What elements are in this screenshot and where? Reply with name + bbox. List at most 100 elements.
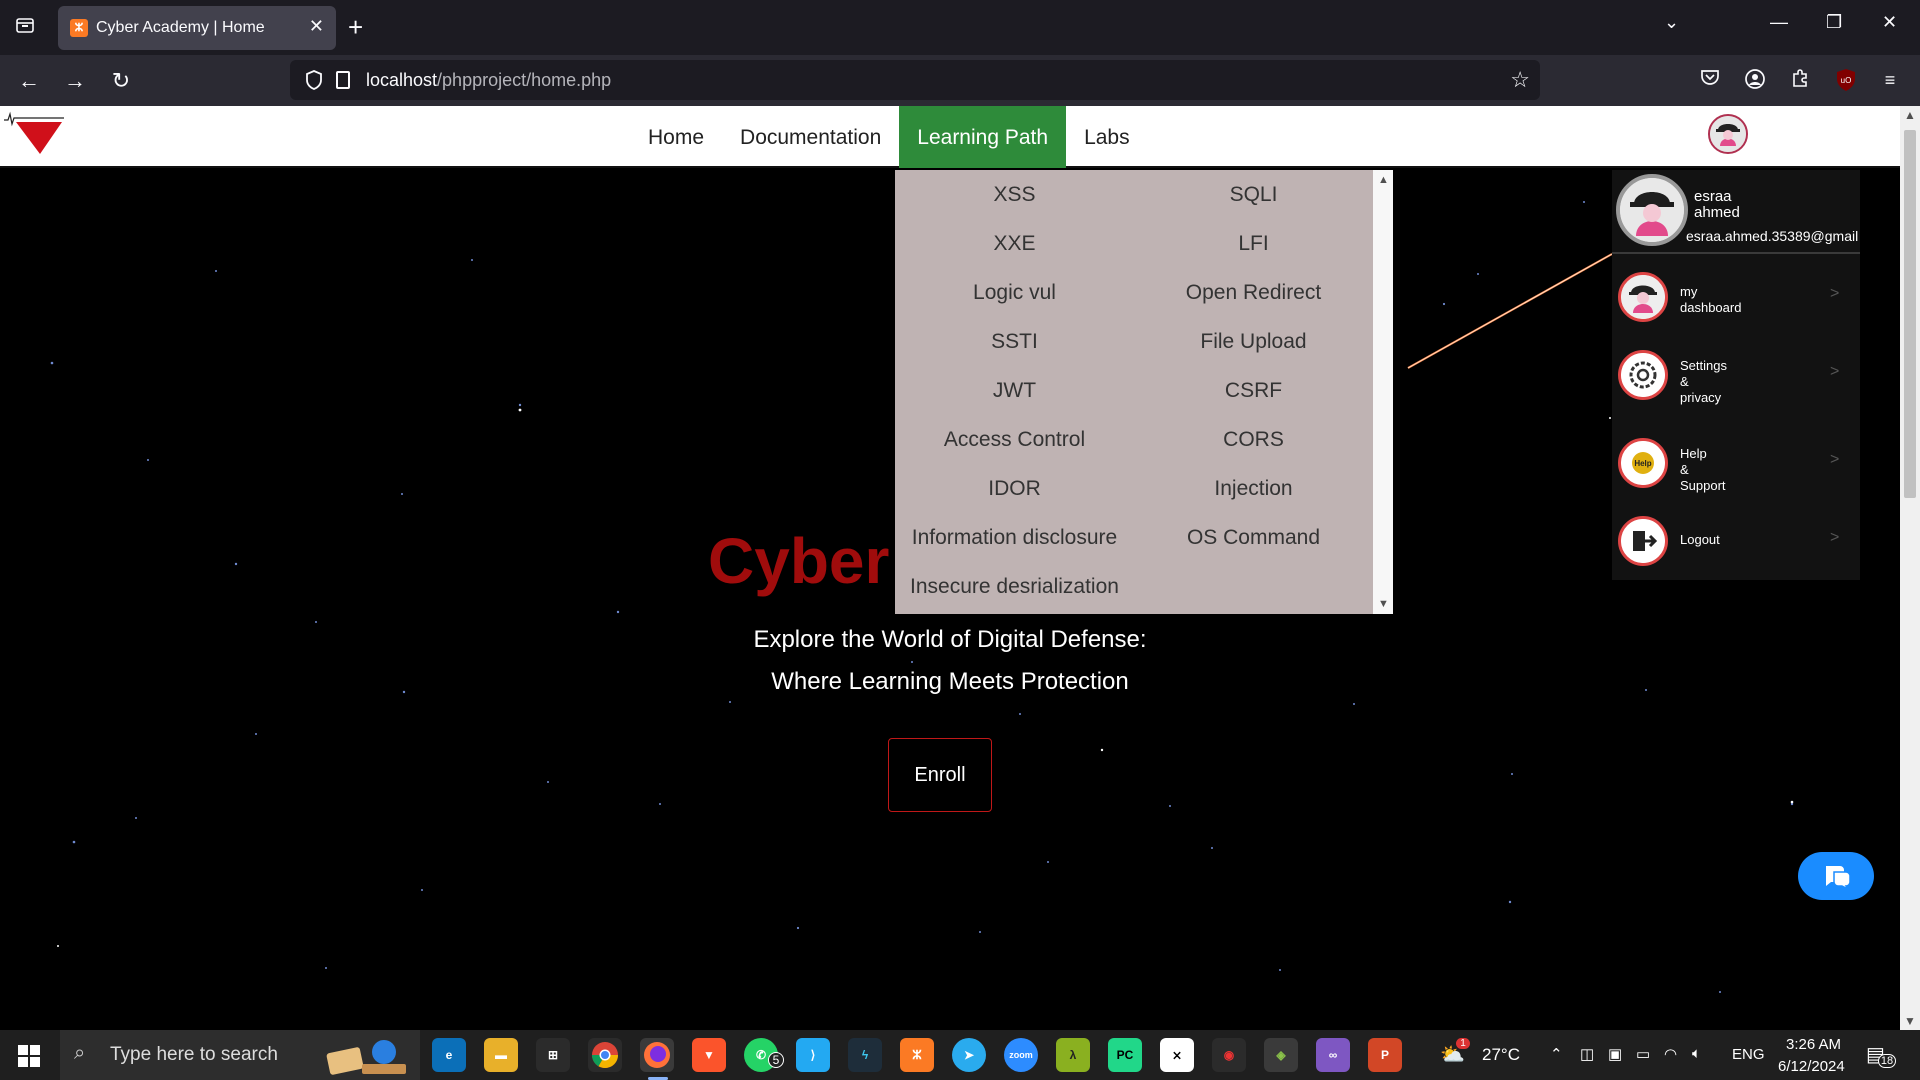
- account-icon[interactable]: [1743, 68, 1767, 92]
- profile-item-help[interactable]: Help Help & Support >: [1612, 426, 1860, 496]
- profile-item-label: Logout: [1680, 532, 1720, 547]
- sublime-merge-icon[interactable]: ϟ: [848, 1038, 882, 1072]
- weather-temperature[interactable]: 27°C: [1482, 1045, 1520, 1065]
- windows-taskbar: ⌕ Type here to search e ▬ ⊞ ▼ ✆ 5 ⟩ ϟ ⵣ …: [0, 1030, 1920, 1080]
- hero-tagline-2: Where Learning Meets Protection: [771, 668, 1129, 695]
- label-line: &: [1680, 462, 1689, 477]
- lp-item-os-command[interactable]: OS Command: [1134, 513, 1373, 562]
- capcut-icon[interactable]: ⨯: [1160, 1038, 1194, 1072]
- dropdown-scroll-up-icon[interactable]: ▲: [1378, 174, 1389, 186]
- lp-item-xxe[interactable]: XXE: [895, 219, 1134, 268]
- battery-icon[interactable]: ▭: [1636, 1045, 1650, 1063]
- scroll-up-icon[interactable]: ▲: [1904, 108, 1916, 122]
- back-arrow-icon[interactable]: ←: [14, 66, 44, 96]
- tab-close-icon[interactable]: ✕: [309, 16, 324, 37]
- app-icon-misc[interactable]: ◈: [1264, 1038, 1298, 1072]
- lp-item-insecure-deserialization[interactable]: Insecure desrialization: [895, 562, 1134, 611]
- minimize-button[interactable]: —: [1770, 12, 1788, 33]
- brave-icon[interactable]: ▼: [692, 1038, 726, 1072]
- browser-tab-active[interactable]: ⵣ Cyber Academy | Home ✕: [58, 6, 336, 50]
- lambda-app-icon[interactable]: λ: [1056, 1038, 1090, 1072]
- restore-button[interactable]: ❐: [1826, 12, 1842, 33]
- profile-item-label: my dashboard: [1680, 284, 1741, 316]
- visual-studio-icon[interactable]: ∞: [1316, 1038, 1350, 1072]
- lp-item-logic-vul[interactable]: Logic vul: [895, 268, 1134, 317]
- taskbar-search[interactable]: ⌕ Type here to search: [60, 1030, 420, 1080]
- lp-item-ssti[interactable]: SSTI: [895, 317, 1134, 366]
- extensions-puzzle-icon[interactable]: [1788, 68, 1812, 92]
- url-text[interactable]: localhost/phpproject/home.php: [366, 70, 611, 91]
- lp-item-csrf[interactable]: CSRF: [1134, 366, 1373, 415]
- profile-item-dashboard[interactable]: my dashboard >: [1612, 260, 1860, 330]
- menu-labs[interactable]: Labs: [1066, 106, 1148, 168]
- menu-documentation[interactable]: Documentation: [722, 106, 899, 168]
- volume-icon[interactable]: 🔈︎: [1692, 1045, 1701, 1062]
- tray-overflow-chevron-icon[interactable]: ⌃: [1550, 1045, 1563, 1063]
- site-logo[interactable]: [4, 110, 64, 165]
- lp-item-file-upload[interactable]: File Upload: [1134, 317, 1373, 366]
- chevron-right-icon: >: [1830, 451, 1840, 468]
- label-line: privacy: [1680, 390, 1722, 405]
- display-icon[interactable]: ▣: [1608, 1045, 1622, 1063]
- microsoft-store-icon[interactable]: ⊞: [536, 1038, 570, 1072]
- close-window-button[interactable]: ✕: [1882, 12, 1897, 33]
- profile-item-label: Help & Support: [1680, 446, 1726, 494]
- chrome-icon[interactable]: [588, 1038, 622, 1072]
- menu-learning-path[interactable]: Learning Path: [899, 106, 1067, 168]
- file-explorer-icon[interactable]: ▬: [484, 1038, 518, 1072]
- zoom-icon[interactable]: zoom: [1004, 1038, 1038, 1072]
- powerpoint-icon[interactable]: P: [1368, 1038, 1402, 1072]
- lp-item-sqli[interactable]: SQLI: [1134, 170, 1373, 219]
- lp-item-idor[interactable]: IDOR: [895, 464, 1134, 513]
- lp-item-cors[interactable]: CORS: [1134, 415, 1373, 464]
- profile-first-name: esraa: [1694, 188, 1732, 205]
- bookmark-star-icon[interactable]: ☆: [1510, 67, 1530, 93]
- lp-item-open-redirect[interactable]: Open Redirect: [1134, 268, 1373, 317]
- chevron-right-icon: >: [1830, 529, 1840, 546]
- chat-button[interactable]: [1798, 852, 1874, 900]
- lp-item-xss[interactable]: XSS: [895, 170, 1134, 219]
- telegram-icon[interactable]: ➤: [952, 1038, 986, 1072]
- tracking-shield-icon[interactable]: [304, 69, 324, 91]
- pocket-icon[interactable]: [1698, 68, 1722, 92]
- edge-icon[interactable]: e: [432, 1038, 466, 1072]
- windows-start-icon[interactable]: [18, 1045, 40, 1067]
- dropdown-scroll-down-icon[interactable]: ▼: [1378, 598, 1389, 610]
- page-info-icon[interactable]: [336, 71, 350, 89]
- tab-overflow-chevron-icon[interactable]: ⌄: [1664, 12, 1679, 33]
- screen-recorder-icon[interactable]: ◉: [1212, 1038, 1246, 1072]
- clock-date[interactable]: 6/12/2024: [1778, 1058, 1845, 1075]
- wifi-icon[interactable]: ◠: [1664, 1045, 1677, 1063]
- clock-time[interactable]: 3:26 AM: [1786, 1036, 1841, 1053]
- pycharm-icon[interactable]: PC: [1108, 1038, 1142, 1072]
- input-language[interactable]: ENG: [1732, 1046, 1765, 1063]
- profile-item-logout[interactable]: Logout >: [1612, 504, 1860, 574]
- dropdown-scrollbar[interactable]: ▲ ▼: [1373, 170, 1393, 614]
- meet-now-icon[interactable]: ◫: [1580, 1045, 1594, 1063]
- lp-item-jwt[interactable]: JWT: [895, 366, 1134, 415]
- user-avatar-button[interactable]: [1708, 114, 1748, 154]
- forward-arrow-icon[interactable]: →: [60, 66, 90, 96]
- lp-item-information-disclosure[interactable]: Information disclosure: [895, 513, 1134, 562]
- tab-list-icon[interactable]: [10, 14, 40, 42]
- scroll-thumb[interactable]: [1904, 130, 1916, 498]
- lp-item-lfi[interactable]: LFI: [1134, 219, 1373, 268]
- lp-item-access-control[interactable]: Access Control: [895, 415, 1134, 464]
- lp-item-injection[interactable]: Injection: [1134, 464, 1373, 513]
- profile-item-settings[interactable]: Settings & privacy >: [1612, 338, 1860, 408]
- ublock-extension-icon[interactable]: uO: [1834, 68, 1858, 92]
- help-badge-text: Help: [1634, 459, 1651, 468]
- learning-path-grid: XSS SQLI XXE LFI Logic vul Open Redirect…: [895, 170, 1373, 611]
- address-bar[interactable]: localhost/phpproject/home.php ☆: [290, 60, 1540, 100]
- enroll-button[interactable]: Enroll: [888, 738, 992, 812]
- vscode-icon[interactable]: ⟩: [796, 1038, 830, 1072]
- menu-hamburger-icon[interactable]: ≡: [1878, 68, 1902, 92]
- page-scrollbar[interactable]: ▲ ▼: [1900, 106, 1920, 1030]
- logout-door-icon: [1618, 516, 1668, 566]
- firefox-icon[interactable]: [640, 1038, 674, 1072]
- scroll-down-icon[interactable]: ▼: [1904, 1014, 1916, 1028]
- reload-icon[interactable]: ↻: [106, 66, 136, 96]
- new-tab-button[interactable]: +: [348, 12, 363, 42]
- menu-home[interactable]: Home: [630, 106, 722, 168]
- xampp-icon[interactable]: ⵣ: [900, 1038, 934, 1072]
